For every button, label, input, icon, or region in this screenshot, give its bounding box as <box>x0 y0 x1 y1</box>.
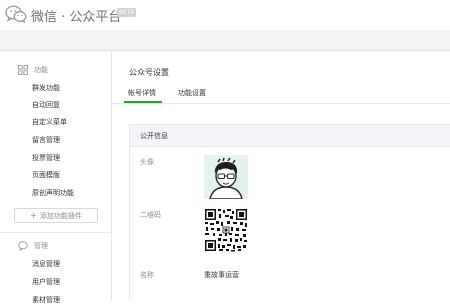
avatar[interactable] <box>204 155 248 199</box>
tab-bar: 帐号详情 功能设置 <box>112 84 450 104</box>
add-plugin-button[interactable]: + 添加功能插件 <box>14 208 98 223</box>
public-info-panel: 公开信息 头像 二维码 名称 重故事运营 <box>129 124 450 300</box>
sidebar-item-messages[interactable]: 消息管理 <box>32 259 60 269</box>
sidebar-group-label: 管理 <box>34 242 48 250</box>
name-value: 重故事运营 <box>204 271 239 279</box>
avatar-label: 头像 <box>140 158 154 166</box>
panel-title: 公开信息 <box>140 132 168 140</box>
top-bar: 微信 · 公众平台 BETA <box>0 0 450 30</box>
sidebar-item-mass-send[interactable]: 群发功能 <box>32 83 60 93</box>
brand-title[interactable]: 微信 · 公众平台 <box>31 6 121 25</box>
sidebar-item-original-declaration[interactable]: 原创声明功能 <box>32 188 74 198</box>
wechat-logo-icon[interactable] <box>5 5 27 23</box>
sidebar-item-custom-menu[interactable]: 自定义菜单 <box>32 117 67 127</box>
main-content: 公众号设置 帐号详情 功能设置 公开信息 头像 二维码 名称 重故事运营 <box>112 52 450 300</box>
sidebar-item-materials[interactable]: 素材管理 <box>32 295 60 305</box>
sidebar-item-auto-reply[interactable]: 自动回复 <box>32 100 60 110</box>
header-strip <box>0 30 450 52</box>
panel-header: 公开信息 <box>130 125 450 147</box>
chat-bubble-icon <box>18 241 28 251</box>
sidebar-item-votes[interactable]: 投票管理 <box>32 153 60 163</box>
grid-icon <box>18 65 28 75</box>
beta-badge: BETA <box>117 8 137 17</box>
sidebar-group-manage: 管理 <box>18 240 48 252</box>
tab-account-details[interactable]: 帐号详情 <box>128 88 156 98</box>
sidebar: 功能 群发功能 自动回复 自定义菜单 留言管理 投票管理 页面模版 原创声明功能… <box>0 52 112 304</box>
qrcode-graphic <box>204 208 248 252</box>
plus-icon: + <box>30 211 37 220</box>
header-divider <box>0 50 450 51</box>
active-tab-indicator <box>124 101 162 103</box>
sidebar-item-users[interactable]: 用户管理 <box>32 277 60 287</box>
sidebar-group-label: 功能 <box>34 66 48 74</box>
avatar-illustration <box>204 155 248 199</box>
sidebar-item-comments[interactable]: 留言管理 <box>32 135 60 145</box>
name-label: 名称 <box>140 271 154 279</box>
qrcode-label: 二维码 <box>140 211 161 219</box>
tab-function-settings[interactable]: 功能设置 <box>178 88 206 98</box>
add-plugin-label: 添加功能插件 <box>39 211 82 220</box>
page-title: 公众号设置 <box>129 68 169 77</box>
sidebar-group-function: 功能 <box>18 64 48 76</box>
qrcode-image[interactable] <box>204 208 248 252</box>
sidebar-divider <box>0 232 111 233</box>
sidebar-item-page-templates[interactable]: 页面模版 <box>32 170 60 180</box>
